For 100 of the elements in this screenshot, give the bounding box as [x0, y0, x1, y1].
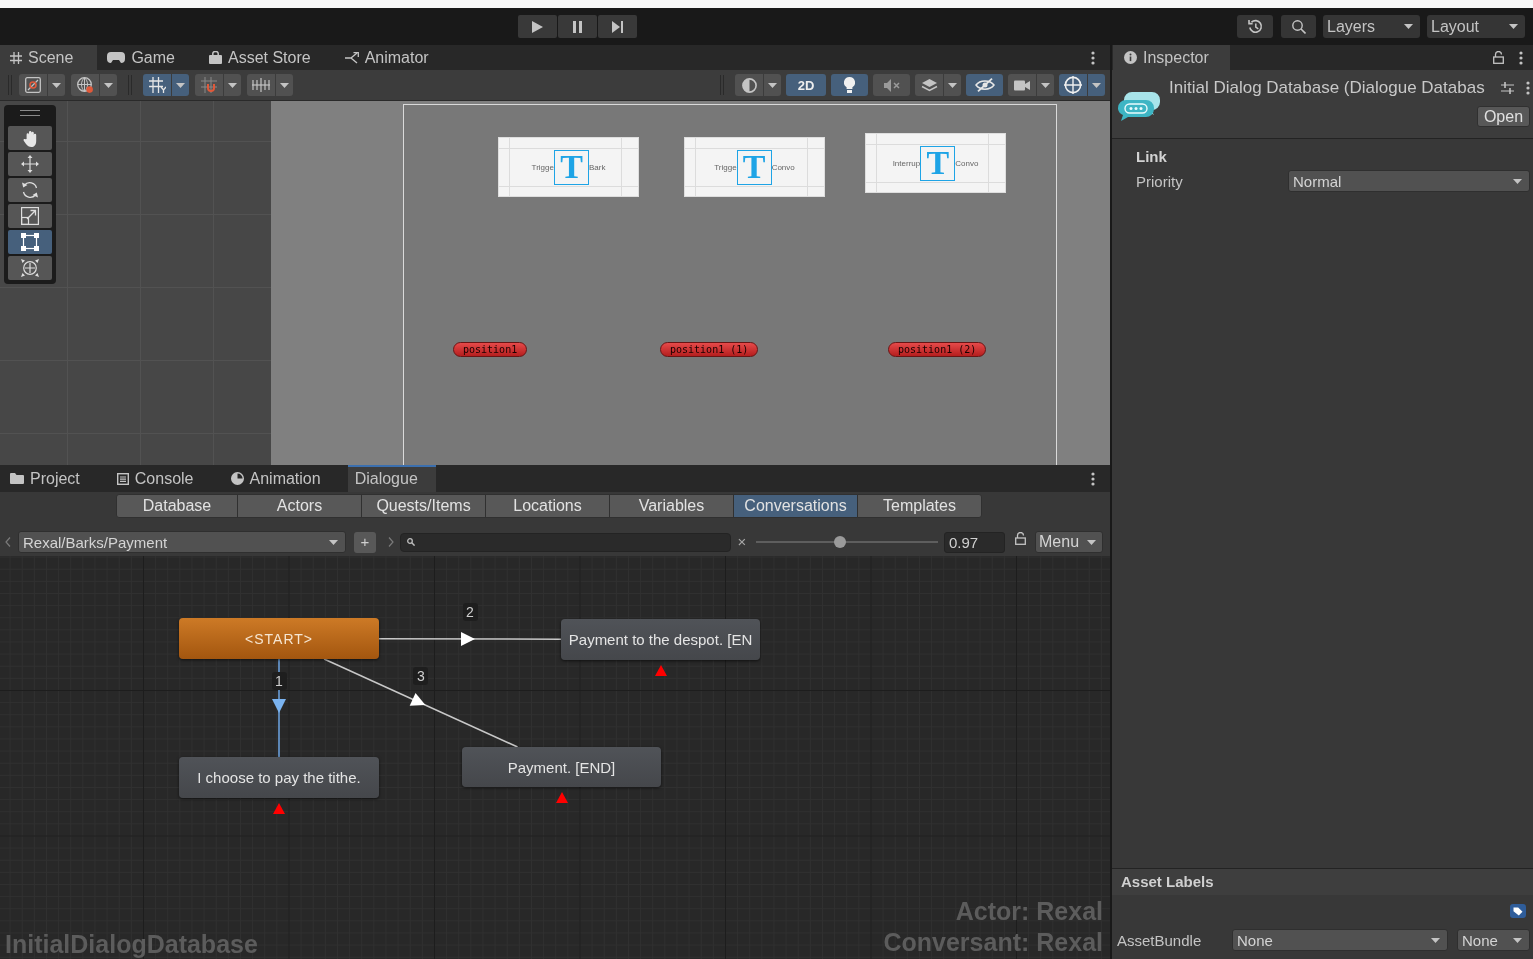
panel-tab[interactable]: Animation: [220, 465, 348, 492]
tag-icon[interactable]: [1510, 904, 1526, 918]
panel-tab[interactable]: Project: [0, 465, 107, 492]
zoom-value-field[interactable]: 0.97: [944, 531, 1005, 553]
dialogue-node[interactable]: Payment to the despot. [EN: [561, 619, 760, 660]
editor-tab[interactable]: Database: [116, 494, 238, 518]
dialogue-node[interactable]: Payment. [END]: [462, 747, 661, 787]
square-circle-icon: [25, 77, 41, 93]
scale-tool-button[interactable]: [8, 204, 52, 228]
history-icon: [1247, 19, 1263, 34]
transform-icon: [21, 259, 39, 277]
chevron-right-icon[interactable]: [388, 537, 394, 547]
field-label: AssetBundle: [1117, 931, 1203, 949]
bag-icon: [208, 51, 222, 64]
open-button[interactable]: Open: [1477, 106, 1530, 127]
chevron-left-icon[interactable]: [5, 537, 11, 547]
camera-dropdown[interactable]: [1008, 74, 1054, 96]
add-button[interactable]: +: [354, 531, 376, 553]
grid-icon: [10, 51, 22, 64]
position-marker[interactable]: position1 (2): [888, 342, 987, 357]
globe-icon: [77, 77, 93, 93]
history-button[interactable]: [1237, 15, 1273, 38]
object-label: Interrup: [892, 158, 921, 168]
shading-dropdown[interactable]: [735, 74, 781, 96]
search-button[interactable]: [1281, 15, 1316, 38]
scene-view-dropdown[interactable]: [71, 74, 117, 96]
mode-2d-toggle[interactable]: 2D: [786, 74, 826, 96]
triangle-marker-icon: [555, 792, 568, 803]
pause-button[interactable]: [558, 15, 597, 38]
eye-slash-icon: [974, 78, 995, 92]
editor-tab[interactable]: Locations: [485, 494, 610, 518]
layout-dropdown[interactable]: Layout: [1427, 15, 1525, 38]
more-icon[interactable]: [1091, 50, 1095, 65]
transform-tool-button[interactable]: [8, 256, 52, 280]
asset-bundle-dropdown[interactable]: None: [1232, 929, 1448, 951]
start-node[interactable]: <START>: [179, 618, 379, 659]
database-label: InitialDialogDatabase: [5, 929, 258, 959]
rect-tool-button[interactable]: [8, 230, 52, 254]
play-button[interactable]: [518, 15, 557, 38]
chat-bubbles-icon: [1118, 91, 1160, 121]
grid-toggle[interactable]: [143, 74, 189, 96]
move-arrows-icon: [21, 155, 39, 173]
grid-axis-icon: [148, 77, 166, 93]
branch-arrows-icon: [344, 51, 359, 64]
position-marker[interactable]: position1 (1): [660, 342, 759, 357]
field-label: Priority: [1136, 172, 1184, 190]
clear-button[interactable]: ×: [736, 534, 748, 550]
sliders-icon[interactable]: [1501, 82, 1514, 94]
text-gizmo: T: [920, 145, 956, 181]
position-marker[interactable]: position1: [453, 342, 528, 357]
draw-mode-dropdown[interactable]: [19, 74, 65, 96]
grid-magnet-icon: [201, 77, 217, 93]
increment-snap-dropdown[interactable]: [247, 74, 293, 96]
snap-toggle[interactable]: [195, 74, 241, 96]
folder-icon: [10, 473, 24, 484]
layers-dropdown[interactable]: Layers: [1323, 15, 1420, 38]
audio-toggle[interactable]: [873, 74, 910, 96]
editor-tab[interactable]: Templates: [857, 494, 982, 518]
panel-tab[interactable]: Console: [106, 465, 221, 492]
effects-dropdown[interactable]: [915, 74, 961, 96]
editor-tab[interactable]: Quests/Items: [361, 494, 486, 518]
bundle-variant-dropdown[interactable]: None: [1457, 929, 1530, 951]
layers-icon: [920, 78, 938, 92]
section-heading: Link: [1136, 148, 1168, 166]
editor-tab[interactable]: Variables: [609, 494, 734, 518]
visibility-toggle[interactable]: [966, 74, 1003, 96]
more-icon[interactable]: [1526, 81, 1530, 95]
more-icon[interactable]: [1091, 471, 1095, 486]
panel-tab[interactable]: Dialogue: [347, 465, 436, 492]
scale-icon: [21, 207, 39, 225]
field-dropdown[interactable]: Normal: [1288, 170, 1530, 192]
slider-thumb[interactable]: [834, 536, 847, 548]
lighting-toggle[interactable]: [831, 74, 868, 96]
move-tool-button[interactable]: [8, 152, 52, 176]
conversation-dropdown[interactable]: Rexal/Barks/Payment: [18, 531, 346, 553]
asset-labels-header[interactable]: Asset Labels: [1112, 868, 1533, 895]
panel-tab[interactable]: Game: [97, 45, 199, 70]
lock-icon[interactable]: [1015, 531, 1026, 545]
editor-tab[interactable]: Actors: [237, 494, 362, 518]
editor-tab[interactable]: Conversations: [733, 494, 858, 518]
gizmos-dropdown[interactable]: [1059, 74, 1105, 96]
drag-handle[interactable]: [20, 110, 40, 116]
connector-arrow[interactable]: [378, 632, 562, 646]
more-icon[interactable]: [1519, 50, 1523, 65]
panel-tab[interactable]: Scene: [0, 45, 98, 70]
object-label: Trigge: [531, 162, 554, 172]
caret-icon: [329, 539, 338, 545]
panel-tab[interactable]: Asset Store: [198, 45, 335, 70]
lock-icon[interactable]: [1493, 51, 1504, 64]
search-field[interactable]: [400, 532, 731, 552]
menu-dropdown[interactable]: Menu: [1035, 531, 1103, 553]
panel-tab[interactable]: Animator: [334, 45, 453, 70]
step-button[interactable]: [598, 15, 637, 38]
hand-icon: [23, 129, 37, 147]
rotate-tool-button[interactable]: [8, 178, 52, 202]
dialogue-node[interactable]: I choose to pay the tithe.: [179, 757, 379, 798]
panel-tab[interactable]: Inspector: [1113, 45, 1230, 70]
hand-tool-button[interactable]: [8, 126, 52, 150]
connector-arrow[interactable]: [323, 658, 519, 748]
object-label: Trigge: [714, 162, 737, 172]
